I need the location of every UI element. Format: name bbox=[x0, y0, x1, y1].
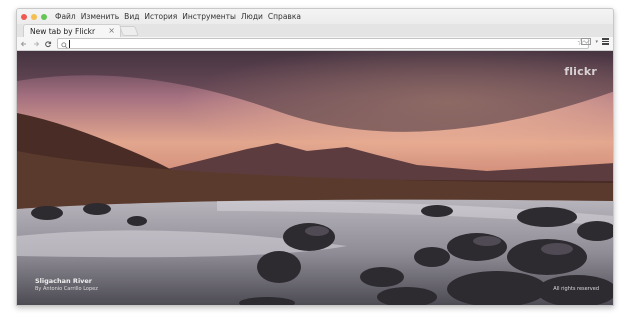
tab-new-tab-flickr[interactable]: New tab by Flickr × bbox=[23, 24, 121, 37]
menu-history[interactable]: История bbox=[144, 12, 177, 21]
menu-view[interactable]: Вид bbox=[124, 12, 139, 21]
landscape-scene bbox=[17, 51, 613, 305]
rights-notice: All rights reserved bbox=[553, 286, 599, 292]
close-window-button[interactable] bbox=[21, 13, 27, 20]
chevron-down-icon[interactable]: ▾ bbox=[595, 39, 598, 45]
reload-icon[interactable] bbox=[42, 38, 53, 50]
photo-author[interactable]: By Antonio Carrillo Lopez bbox=[35, 286, 98, 292]
address-input[interactable] bbox=[73, 39, 553, 48]
menu-help[interactable]: Справка bbox=[268, 12, 301, 21]
back-arrow-icon[interactable] bbox=[18, 38, 29, 50]
menu-tools[interactable]: Инструменты bbox=[182, 12, 236, 21]
hamburger-menu-icon[interactable] bbox=[602, 38, 609, 45]
tab-strip: New tab by Flickr × bbox=[17, 24, 613, 37]
browser-toolbar: ☆ ▾ bbox=[17, 37, 613, 51]
toolbar-actions: ▾ bbox=[581, 38, 609, 45]
photo-title[interactable]: Sligachan River bbox=[35, 277, 92, 285]
mail-icon[interactable] bbox=[581, 38, 592, 45]
close-tab-icon[interactable]: × bbox=[108, 26, 115, 35]
menu-edit[interactable]: Изменить bbox=[81, 12, 119, 21]
flickr-logo[interactable]: flickr bbox=[564, 65, 597, 78]
window-controls bbox=[21, 13, 47, 20]
new-tab-button[interactable] bbox=[119, 26, 139, 36]
zoom-window-button[interactable] bbox=[41, 13, 47, 20]
browser-window: Файл Изменить Вид История Инструменты Лю… bbox=[16, 8, 614, 306]
forward-arrow-icon[interactable] bbox=[30, 38, 41, 50]
address-bar[interactable]: ☆ bbox=[57, 38, 589, 49]
background-photo: flickr Sligachan River By Antonio Carril… bbox=[17, 51, 613, 305]
text-cursor bbox=[69, 39, 70, 48]
menu-bar: Файл Изменить Вид История Инструменты Лю… bbox=[17, 9, 613, 24]
menu-file[interactable]: Файл bbox=[55, 12, 76, 21]
minimize-window-button[interactable] bbox=[31, 13, 37, 20]
menu-people[interactable]: Люди bbox=[241, 12, 263, 21]
